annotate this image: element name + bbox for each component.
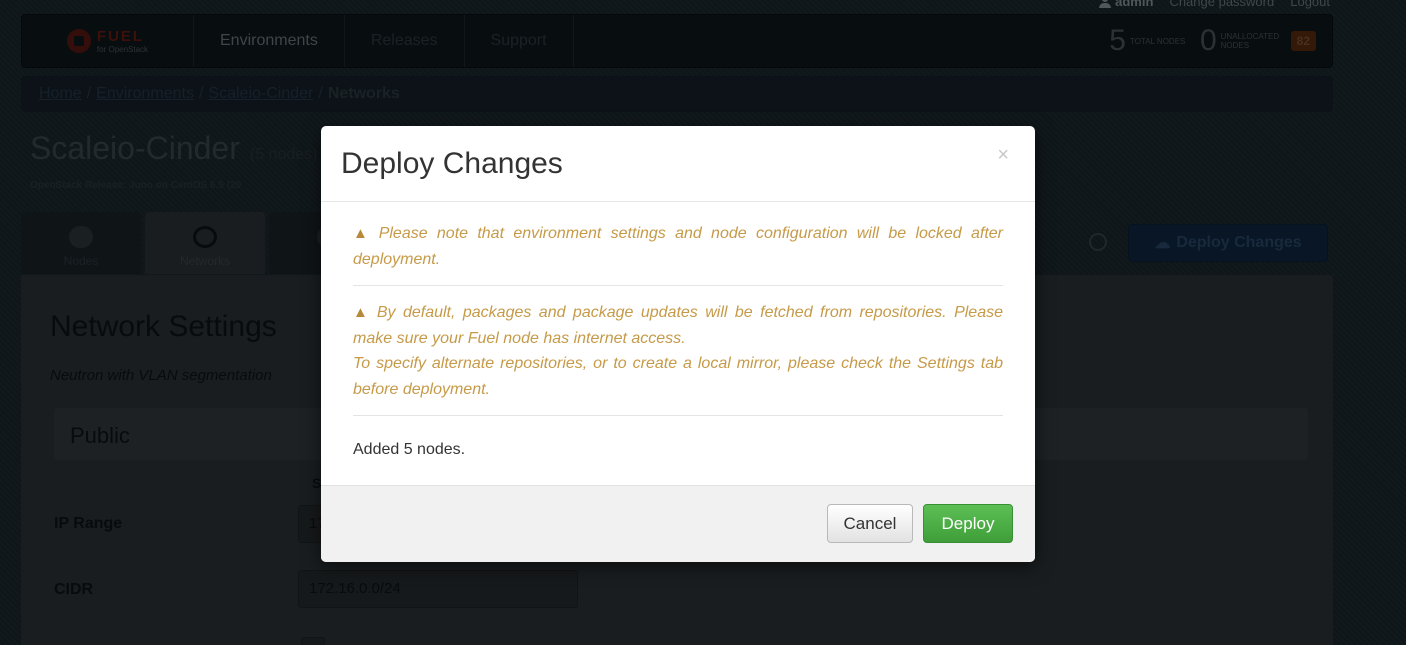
dialog-title: Deploy Changes	[341, 147, 563, 180]
deploy-changes-dialog: Deploy Changes × ▲ Please note that envir…	[321, 126, 1035, 562]
cancel-button[interactable]: Cancel	[827, 504, 913, 543]
warning-icon: ▲	[353, 304, 371, 321]
deploy-button[interactable]: Deploy	[923, 504, 1013, 543]
lock-warning-text: Please note that environment settings an…	[353, 225, 1003, 268]
lock-warning: ▲ Please note that environment settings a…	[353, 202, 1003, 286]
added-nodes-summary: Added 5 nodes.	[353, 441, 466, 458]
dialog-header: Deploy Changes ×	[321, 126, 1035, 202]
dialog-footer: Cancel Deploy	[321, 485, 1035, 562]
repository-warning: ▲ By default, packages and package update…	[353, 286, 1003, 416]
close-icon[interactable]: ×	[997, 144, 1009, 167]
repository-warning-text: By default, packages and package updates…	[353, 304, 1003, 347]
dialog-body: ▲ Please note that environment settings a…	[321, 202, 1035, 459]
warning-icon: ▲	[353, 225, 373, 242]
repository-settings-hint: To specify alternate repositories, or to…	[353, 355, 1003, 398]
